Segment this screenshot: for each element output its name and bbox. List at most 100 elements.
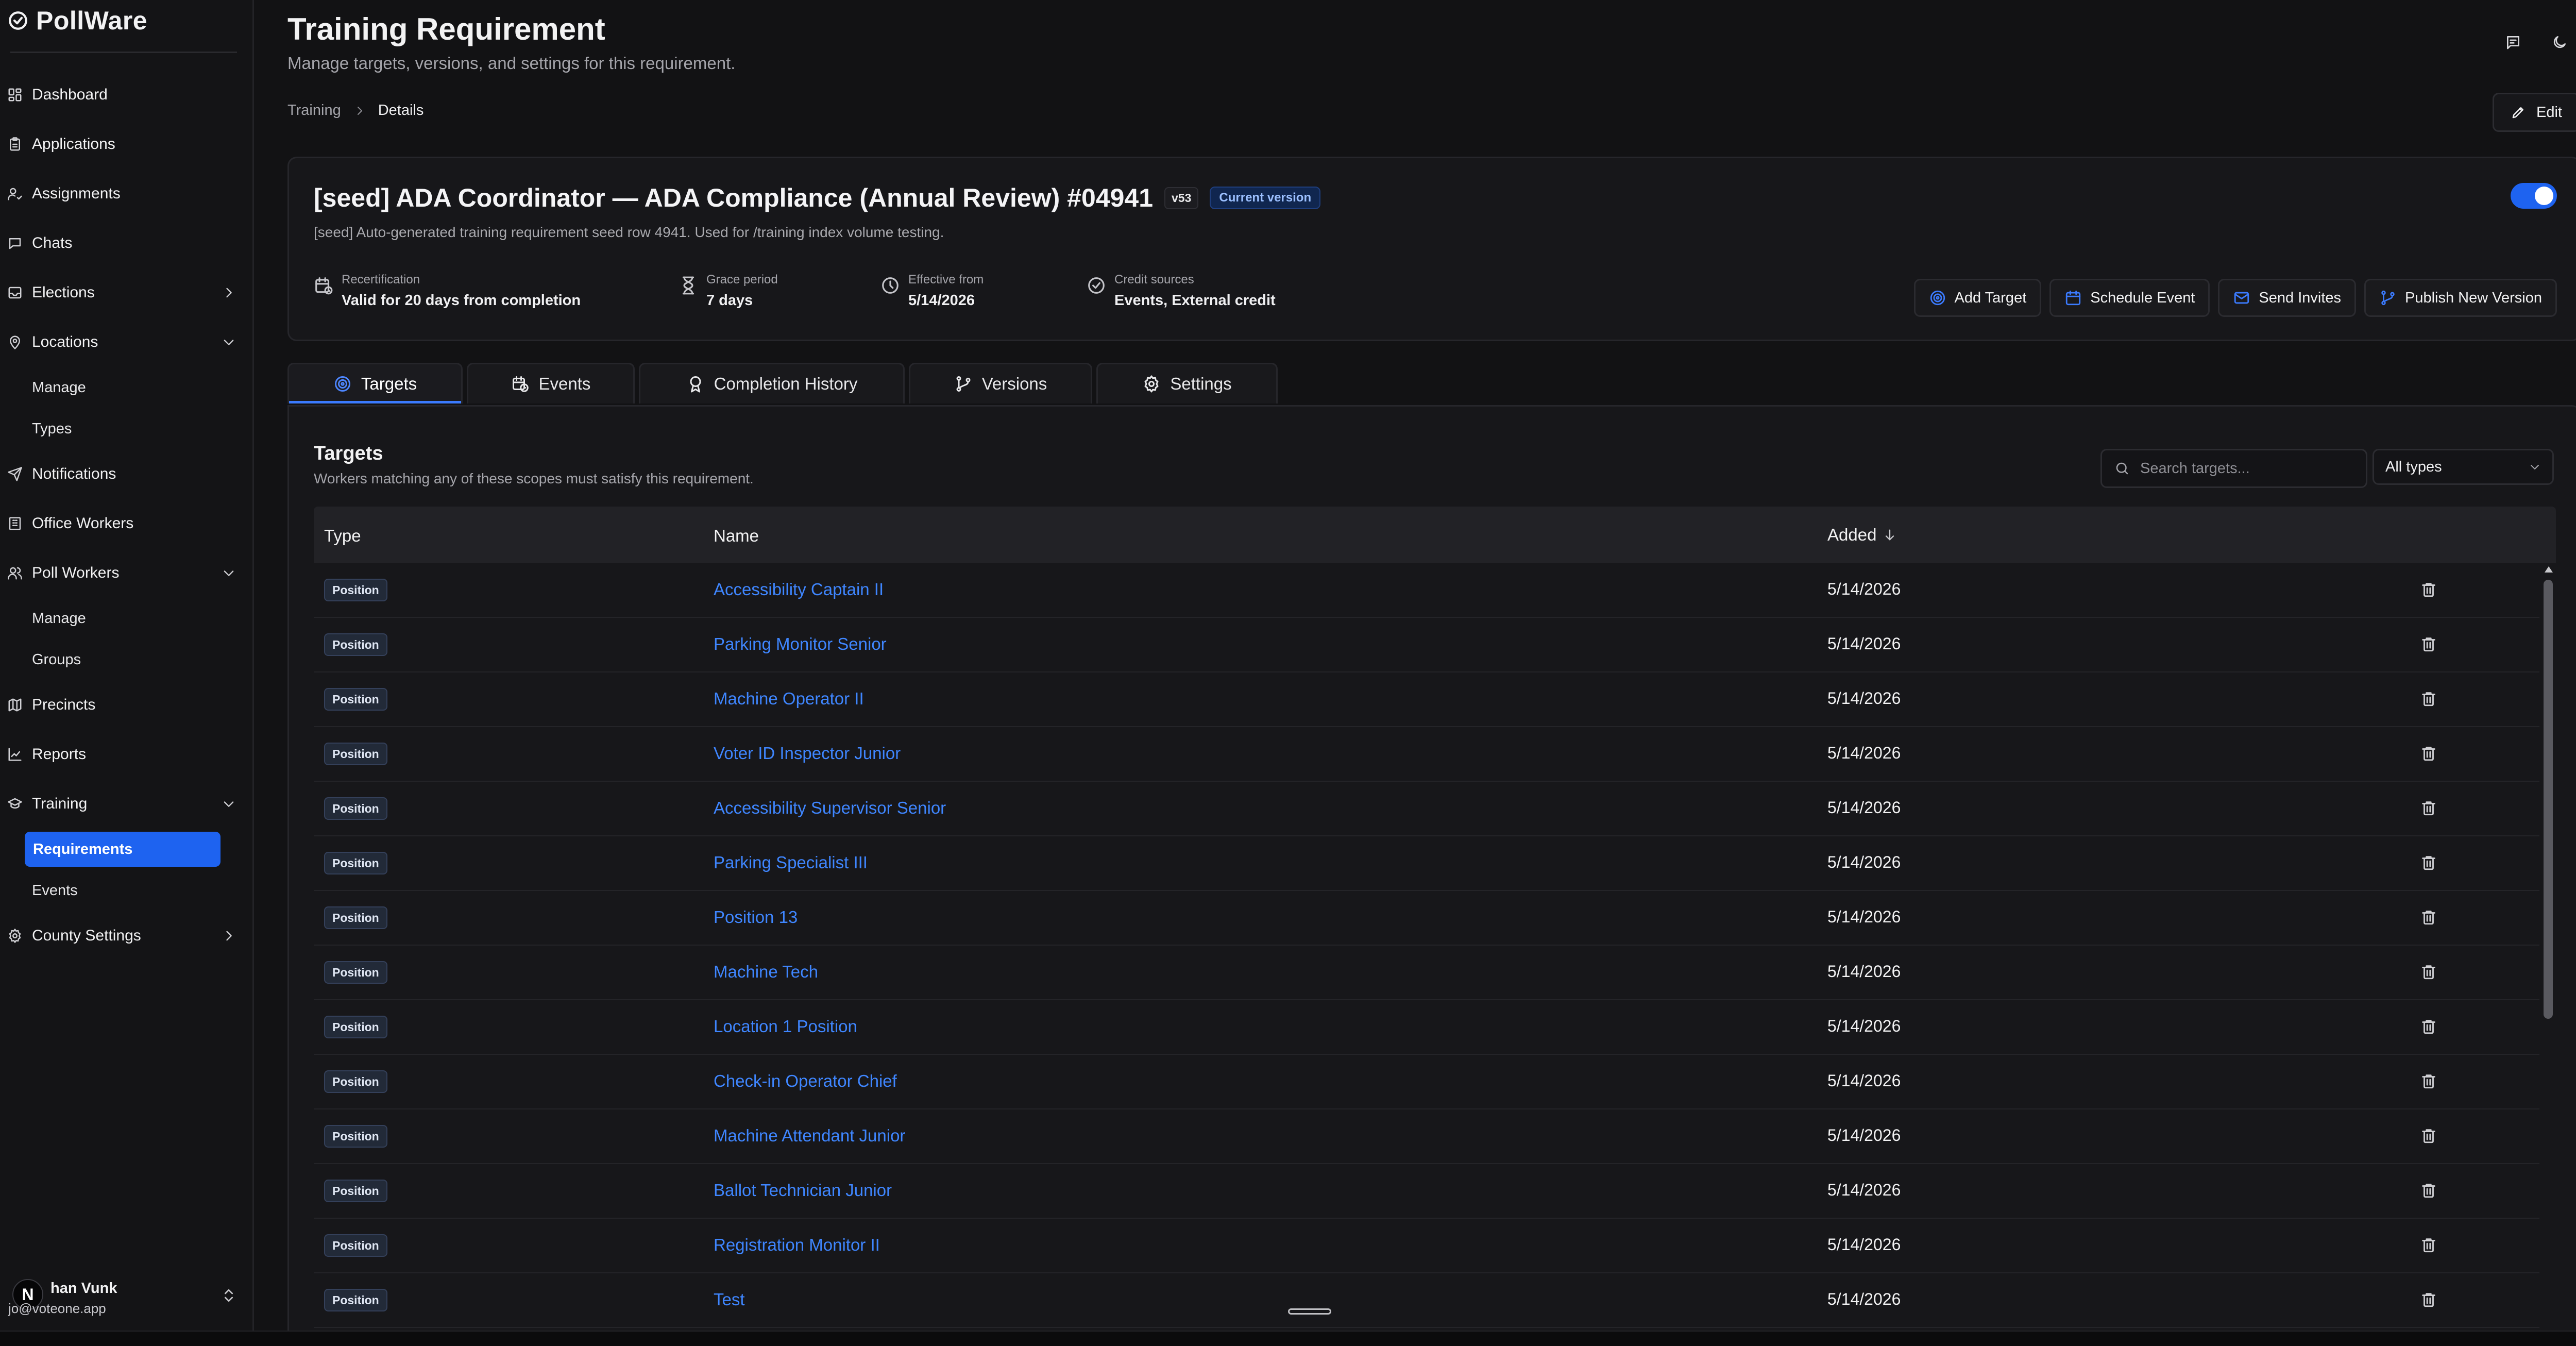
- sidebar-item-precincts[interactable]: Precincts: [0, 680, 252, 730]
- meta-value: 7 days: [706, 292, 753, 309]
- sidebar-item-poll-workers[interactable]: Poll Workers: [0, 548, 252, 598]
- target-name-link[interactable]: Accessibility Supervisor Senior: [714, 798, 946, 818]
- type-badge: Position: [324, 1070, 387, 1093]
- publish-new-version-button[interactable]: Publish New Version: [2364, 279, 2557, 317]
- trash-icon[interactable]: [2420, 1182, 2437, 1199]
- trash-icon[interactable]: [2420, 635, 2437, 653]
- breadcrumb-training[interactable]: Training: [287, 102, 341, 119]
- target-name-link[interactable]: Check-in Operator Chief: [714, 1071, 897, 1091]
- sidebar-nav: Dashboard Applications Assignments Chats…: [0, 70, 252, 961]
- target-icon: [1929, 289, 1946, 307]
- trash-icon[interactable]: [2420, 745, 2437, 762]
- meta-recertification: Recertification Valid for 20 days from c…: [314, 273, 581, 309]
- sidebar-item-applications[interactable]: Applications: [0, 120, 252, 169]
- chevron-down-icon[interactable]: [222, 566, 236, 580]
- sidebar-subitem-poll-workers-manage[interactable]: Manage: [0, 598, 252, 639]
- target-name-link[interactable]: Voter ID Inspector Junior: [714, 744, 901, 763]
- column-header-added[interactable]: Added: [1827, 525, 1897, 545]
- added-date: 5/14/2026: [1827, 1235, 1901, 1254]
- added-date: 5/14/2026: [1827, 1017, 1901, 1035]
- type-badge: Position: [324, 961, 387, 984]
- target-name-link[interactable]: Parking Specialist III: [714, 853, 868, 872]
- tab-targets[interactable]: Targets: [287, 363, 463, 403]
- target-name-link[interactable]: Position 13: [714, 907, 798, 927]
- tab-label: Completion History: [714, 374, 858, 393]
- trash-icon[interactable]: [2420, 1127, 2437, 1145]
- sidebar-item-county-settings[interactable]: County Settings: [0, 911, 252, 961]
- schedule-event-button[interactable]: Schedule Event: [2049, 279, 2210, 317]
- trash-icon[interactable]: [2420, 690, 2437, 708]
- table-row: Position Voter ID Inspector Junior 5/14/20…: [314, 727, 2539, 782]
- trash-icon[interactable]: [2420, 1018, 2437, 1035]
- scroll-up-arrow[interactable]: [2545, 566, 2553, 573]
- moon-icon[interactable]: [2551, 34, 2568, 51]
- type-filter-select[interactable]: All types: [2372, 449, 2554, 485]
- tab-completion-history[interactable]: Completion History: [639, 363, 905, 403]
- meta-effective-from: Effective from 5/14/2026: [880, 273, 984, 309]
- chevron-right-icon[interactable]: [222, 929, 236, 943]
- arrow-down-icon: [1883, 528, 1897, 542]
- trash-icon[interactable]: [2420, 854, 2437, 871]
- sidebar-subitem-locations-types[interactable]: Types: [0, 408, 252, 449]
- gear-icon: [1142, 375, 1161, 393]
- target-name-link[interactable]: Machine Attendant Junior: [714, 1126, 905, 1146]
- tab-settings[interactable]: Settings: [1096, 363, 1278, 403]
- target-name-link[interactable]: Test: [714, 1290, 745, 1309]
- brand[interactable]: PollWare: [7, 4, 147, 37]
- sidebar-subitem-locations-manage[interactable]: Manage: [0, 367, 252, 408]
- sidebar-subitem-poll-workers-groups[interactable]: Groups: [0, 639, 252, 680]
- trash-icon[interactable]: [2420, 1236, 2437, 1254]
- trash-icon[interactable]: [2420, 581, 2437, 598]
- target-name-link[interactable]: Machine Tech: [714, 962, 818, 982]
- trash-icon[interactable]: [2420, 963, 2437, 981]
- sidebar-item-label: Locations: [32, 333, 98, 350]
- tab-versions[interactable]: Versions: [909, 363, 1092, 403]
- target-name-link[interactable]: Location 1 Position: [714, 1017, 857, 1036]
- target-name-link[interactable]: Registration Monitor II: [714, 1235, 880, 1255]
- sidebar-item-chats[interactable]: Chats: [0, 218, 252, 268]
- clock-icon: [880, 273, 900, 309]
- sidebar-item-locations[interactable]: Locations: [0, 317, 252, 367]
- target-name-link[interactable]: Parking Monitor Senior: [714, 634, 887, 654]
- chevrons-up-down-icon[interactable]: [221, 1287, 237, 1304]
- trash-icon[interactable]: [2420, 799, 2437, 817]
- sidebar-subitem-training-events[interactable]: Events: [0, 870, 252, 911]
- table-row: Position Machine Operator II 5/14/2026: [314, 672, 2539, 727]
- sidebar-item-reports[interactable]: Reports: [0, 730, 252, 779]
- send-invites-button[interactable]: Send Invites: [2218, 279, 2357, 317]
- edit-button[interactable]: Edit: [2493, 93, 2576, 132]
- feedback-icon[interactable]: [2505, 34, 2521, 51]
- table-scrollbar[interactable]: [2541, 563, 2556, 1334]
- requirement-enabled-toggle[interactable]: [2511, 183, 2557, 209]
- sidebar-item-elections[interactable]: Elections: [0, 268, 252, 317]
- chevron-right-icon[interactable]: [222, 285, 236, 300]
- sidebar-item-training[interactable]: Training: [0, 779, 252, 829]
- sidebar-item-assignments[interactable]: Assignments: [0, 169, 252, 218]
- main-content: Training Requirement Manage targets, ver…: [252, 0, 2576, 1336]
- chevron-down-icon[interactable]: [222, 335, 236, 349]
- search-input[interactable]: [2139, 459, 2366, 478]
- table-row: Position Machine Attendant Junior 5/14/202…: [314, 1109, 2539, 1164]
- sidebar-item-office-workers[interactable]: Office Workers: [0, 499, 252, 548]
- target-name-link[interactable]: Machine Operator II: [714, 689, 864, 709]
- tab-events[interactable]: Events: [467, 363, 635, 403]
- column-header-name[interactable]: Name: [714, 526, 759, 546]
- target-name-link[interactable]: Accessibility Captain II: [714, 580, 884, 599]
- sidebar-item-dashboard[interactable]: Dashboard: [0, 70, 252, 120]
- sidebar: PollWare Dashboard Applications Assignme…: [0, 0, 254, 1331]
- trash-icon[interactable]: [2420, 908, 2437, 926]
- sidebar-item-notifications[interactable]: Notifications: [0, 449, 252, 499]
- user-menu[interactable]: N han Vunk jo@voteone.app: [4, 1273, 246, 1319]
- trash-icon[interactable]: [2420, 1291, 2437, 1308]
- add-target-button[interactable]: Add Target: [1913, 279, 2042, 317]
- scrollbar-thumb[interactable]: [2544, 580, 2553, 1019]
- page-title: Training Requirement: [287, 12, 605, 46]
- chevron-down-icon[interactable]: [222, 797, 236, 811]
- column-header-type[interactable]: Type: [324, 526, 361, 546]
- badge-check-icon: [1087, 273, 1106, 309]
- target-name-link[interactable]: Ballot Technician Junior: [714, 1181, 892, 1200]
- button-label: Publish New Version: [2405, 289, 2542, 306]
- sidebar-subitem-training-requirements[interactable]: Requirements: [25, 832, 221, 867]
- trash-icon[interactable]: [2420, 1072, 2437, 1090]
- sidebar-item-label: Notifications: [32, 465, 116, 482]
